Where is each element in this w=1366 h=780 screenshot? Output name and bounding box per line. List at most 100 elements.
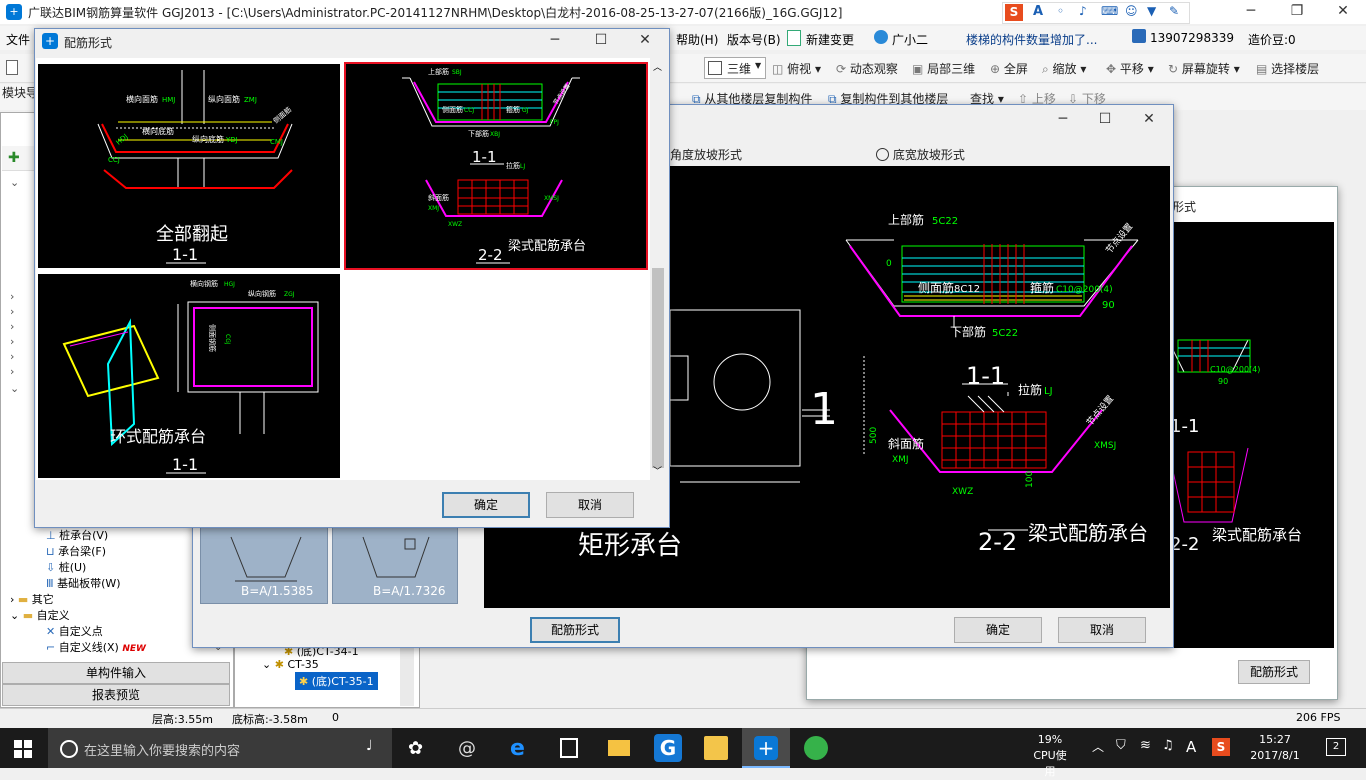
tree-scrollbar[interactable] — [400, 640, 414, 706]
scroll-up-icon[interactable]: ︿ — [653, 60, 662, 73]
minimize-button[interactable]: ─ — [1228, 0, 1274, 24]
tab-single-input[interactable]: 单构件输入 — [2, 662, 230, 684]
reinforce-cancel-button[interactable]: 取消 — [546, 492, 634, 518]
xmj-code: XMJ — [892, 455, 909, 465]
reinforce-maximize-button[interactable]: ☐ — [578, 29, 624, 53]
tree-item-pile-cap[interactable]: ⊥ 桩承台(V) — [46, 527, 108, 543]
taskbar-search[interactable]: 在这里输入你要搜索的内容 ♩ — [48, 728, 392, 768]
option-full-raise[interactable]: 横向面筋 HMJ 纵向面筋 ZMJ 横向底筋 纵向底筋 YDJ 侧面筋 CMJ … — [38, 64, 340, 268]
opt2-caption: 梁式配筋承台 — [508, 238, 586, 254]
shape-thumb-2[interactable]: B=A/1.7326 — [332, 522, 458, 604]
tray-ime-icon[interactable]: A — [1186, 738, 1196, 756]
taskbar-app-explorer[interactable] — [608, 740, 630, 756]
tree-expander[interactable]: › — [10, 350, 14, 363]
taskbar-app-browser360[interactable]: @ — [458, 738, 478, 759]
close-button[interactable]: ✕ — [1320, 0, 1366, 24]
shape-close-button[interactable]: ✕ — [1126, 108, 1172, 132]
taskbar-app-glodon-g[interactable]: G — [654, 734, 682, 762]
dynamic-view-button[interactable]: ⟳ 动态观察 — [836, 60, 898, 77]
pan-label: 平移 — [1119, 62, 1144, 76]
local3d-button[interactable]: ▣ 局部三维 — [912, 60, 975, 77]
menu-help[interactable]: 帮助(H) — [676, 31, 718, 48]
shape-cancel-button[interactable]: 取消 — [1058, 617, 1146, 643]
tab-report-preview[interactable]: 报表预览 — [2, 684, 230, 706]
tray-volume-icon[interactable]: ♫ — [1162, 738, 1174, 753]
taskbar-app-store[interactable] — [560, 738, 578, 758]
reinforce-minimize-button[interactable]: ─ — [532, 29, 578, 53]
caption-1-1: 1-1 — [966, 362, 1005, 390]
radio-angle-slope[interactable]: 角度放坡形式 — [670, 146, 742, 163]
cross-icon: ✕ — [46, 625, 59, 638]
menu-assistant[interactable]: 广小二 — [892, 31, 928, 48]
tree-expander[interactable]: › — [10, 335, 14, 348]
taskbar-app-notes[interactable] — [704, 736, 728, 760]
option-ring-cap[interactable]: 横向钢筋 HGJ 纵向钢筋 ZGJ 侧面钢筋 CGJ 环式配筋承台 1-1 — [38, 274, 340, 478]
tree-node-ct35-1[interactable]: ✱ (底)CT-35-1 — [295, 672, 378, 690]
menu-file[interactable]: 文件 — [6, 31, 30, 48]
tree-expander[interactable]: › — [10, 365, 14, 378]
add-icon[interactable]: ✚ — [8, 150, 20, 166]
tray-wifi-icon[interactable]: ≋ — [1140, 738, 1151, 753]
dynamic-label: 动态观察 — [849, 62, 898, 76]
maximize-button[interactable]: ❐ — [1274, 0, 1320, 24]
tree-node-ct35[interactable]: ⌄ ✱ CT-35 — [262, 658, 319, 671]
rotate-button[interactable]: ↻ 屏幕旋转 ▾ — [1168, 60, 1240, 77]
fullscreen-button[interactable]: ⊕ 全屏 — [990, 60, 1028, 77]
tree-folder-other[interactable]: › ▬ 其它 — [10, 591, 54, 607]
radio-width-slope[interactable]: 底宽放坡形式 — [876, 146, 965, 163]
taskbar-app-ggj-active[interactable]: + — [742, 728, 790, 768]
view3d-dropdown[interactable]: 三维 ▼ — [704, 57, 766, 79]
notification-icon[interactable]: 2 — [1326, 738, 1346, 756]
tree-item-custom-point[interactable]: ✕ 自定义点 — [46, 623, 103, 639]
top-view-button[interactable]: ◫ 俯视 ▾ — [772, 60, 821, 77]
shape-ok-button[interactable]: 确定 — [954, 617, 1042, 643]
notice-link[interactable]: 楼梯的构件数量增加了... — [966, 31, 1097, 48]
orbit-icon: ⟳ — [836, 62, 850, 76]
windows-start-icon[interactable] — [14, 740, 32, 758]
tree-item-strip[interactable]: Ⅲ 基础板带(W) — [46, 575, 121, 591]
back-reinforce-form-button[interactable]: 配筋形式 — [1238, 660, 1310, 684]
tray-sogou-icon[interactable]: S — [1212, 738, 1230, 756]
tree-expander[interactable]: ⌄ — [10, 176, 19, 189]
shape-thumb-1[interactable]: B=A/1.5385 — [200, 522, 328, 604]
reinforce-ok-button[interactable]: 确定 — [442, 492, 530, 518]
zoom-button[interactable]: ⌕ 缩放 ▾ — [1042, 60, 1086, 77]
scroll-down-icon[interactable]: ﹀ — [653, 464, 662, 477]
shape-minimize-button[interactable]: ─ — [1040, 108, 1086, 132]
tray-expand-icon[interactable]: ︿ — [1092, 738, 1104, 755]
scroll-thumb[interactable] — [652, 268, 664, 468]
folder-open-icon: ▬ — [22, 609, 37, 622]
menu-version[interactable]: 版本号(B) — [727, 31, 781, 48]
tray-shield-icon[interactable]: ⛉ — [1116, 738, 1126, 753]
shape-maximize-button[interactable]: ☐ — [1082, 108, 1128, 132]
tree-item-pile[interactable]: ⇩ 桩(U) — [46, 559, 86, 575]
option-beam-cap[interactable]: 上部筋 SBJ 下部筋 XBJ 侧面筋 CCJ 箍筋 GJ 拉筋 LJ FPJ … — [344, 62, 648, 270]
new-file-icon[interactable] — [6, 60, 18, 75]
radio-label-angle: 角度放坡形式 — [670, 148, 743, 162]
user-phone[interactable]: 13907298339 — [1150, 31, 1234, 45]
taskbar-app-green[interactable] — [804, 736, 828, 760]
tree-expander[interactable]: › — [10, 305, 14, 318]
menu-new-change[interactable]: 新建变更 — [806, 31, 854, 48]
ime-toolbar[interactable]: S A ◦ ♪ ⌨ ☺ ▼ ✎ — [1002, 2, 1190, 24]
taskbar-app-edge[interactable]: e — [510, 736, 534, 761]
local3d-icon: ▣ — [912, 62, 928, 76]
local3d-label: 局部三维 — [927, 62, 976, 76]
tree-node-label: (底)CT-35-1 — [311, 675, 374, 688]
tree-item-custom-line[interactable]: ⌐ 自定义线(X) NEW — [46, 639, 146, 655]
reinforce-close-button[interactable]: ✕ — [622, 29, 668, 53]
clock[interactable]: 15:27 2017/8/1 — [1238, 732, 1312, 764]
select-floor-button[interactable]: ▤ 选择楼层 — [1256, 60, 1319, 77]
tree-item-cap-beam[interactable]: ⊔ 承台梁(F) — [46, 543, 106, 559]
tree-expander[interactable]: ⌄ — [10, 382, 19, 395]
options-scrollbar[interactable]: ︿ ﹀ — [650, 58, 666, 480]
pan-button[interactable]: ✥ 平移 ▾ — [1106, 60, 1154, 77]
app-title: 广联达BIM钢筋算量软件 GGJ2013 - [C:\Users\Adminis… — [28, 6, 843, 20]
tree-expander[interactable]: › — [10, 290, 14, 303]
tree-expander[interactable]: › — [10, 320, 14, 333]
task-view-icon[interactable]: ✿ — [408, 738, 430, 759]
shape-title-big: 矩形承台 — [578, 531, 682, 561]
shape-reinforce-form-button[interactable]: 配筋形式 — [530, 617, 620, 643]
zoom-label: 缩放 — [1052, 62, 1077, 76]
tree-folder-custom[interactable]: ⌄ ▬ 自定义 — [10, 607, 70, 623]
